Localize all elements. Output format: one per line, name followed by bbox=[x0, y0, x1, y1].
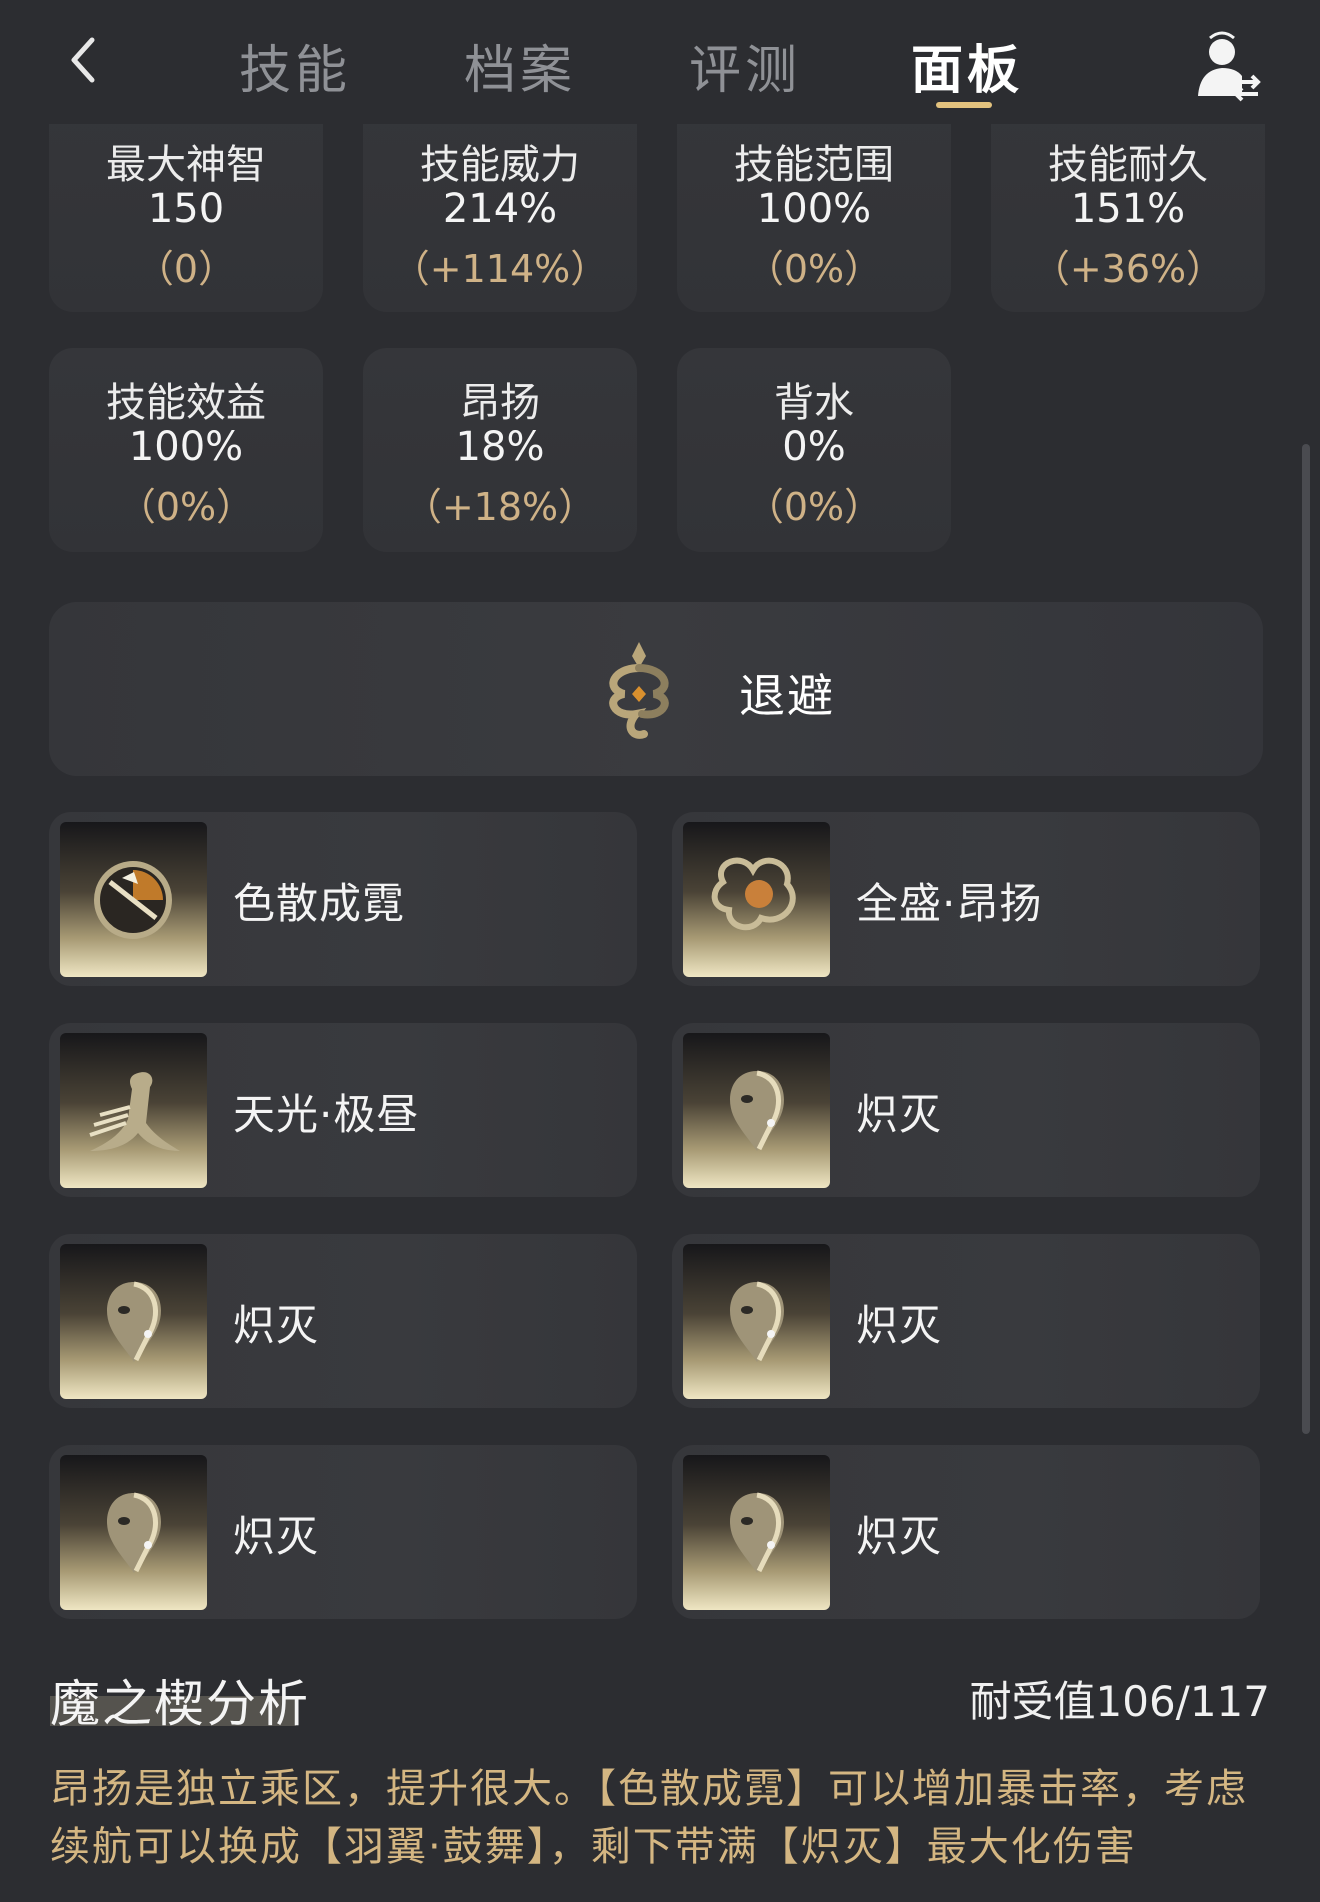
stat-value: 18% bbox=[455, 424, 545, 470]
stat-name: 技能耐久 bbox=[1048, 142, 1208, 188]
mod-thumbnail bbox=[683, 1244, 830, 1399]
banner-label: 退避 bbox=[739, 669, 835, 723]
stat-delta: （0%） bbox=[745, 247, 883, 291]
mod-name: 炽灭 bbox=[233, 1512, 320, 1561]
mask-icon bbox=[107, 1281, 161, 1362]
mod-slot-6[interactable]: 炽灭 bbox=[672, 1234, 1260, 1408]
active-tab-indicator bbox=[936, 102, 992, 108]
mod-slot-7[interactable]: 炽灭 bbox=[49, 1445, 637, 1619]
mod-name: 色散成霓 bbox=[233, 879, 406, 928]
mod-thumbnail bbox=[60, 1033, 207, 1188]
tab-profile[interactable]: 档案 bbox=[430, 28, 610, 103]
winged-disc-icon bbox=[94, 861, 172, 939]
mod-name: 全盛·昂扬 bbox=[856, 879, 1043, 928]
mask-icon bbox=[107, 1492, 161, 1573]
mod-thumbnail bbox=[60, 822, 207, 977]
stat-name: 昂扬 bbox=[460, 380, 540, 426]
tab-panel[interactable]: 面板 bbox=[877, 28, 1057, 103]
back-button[interactable] bbox=[60, 30, 108, 90]
stat-name: 技能威力 bbox=[420, 142, 580, 188]
mod-slot-1[interactable]: 色散成霓 bbox=[49, 812, 637, 986]
stat-delta: （0） bbox=[135, 247, 237, 291]
tab-skills[interactable]: 技能 bbox=[205, 28, 385, 103]
mask-icon bbox=[730, 1070, 784, 1151]
mod-name: 天光·极昼 bbox=[233, 1090, 420, 1139]
stat-card-skill-efficiency: 技能效益 100% （0%） bbox=[49, 348, 323, 552]
mod-slot-3[interactable]: 天光·极昼 bbox=[49, 1023, 637, 1197]
mod-slot-2[interactable]: 全盛·昂扬 bbox=[672, 812, 1260, 986]
serpent-orb-icon bbox=[711, 857, 796, 931]
stat-delta: （+114%） bbox=[391, 247, 609, 291]
mod-thumbnail bbox=[60, 1455, 207, 1610]
bird-icon bbox=[89, 1072, 180, 1151]
mod-name: 炽灭 bbox=[856, 1301, 943, 1350]
stat-value: 214% bbox=[442, 186, 558, 232]
stat-name: 技能效益 bbox=[106, 380, 266, 426]
stat-name: 背水 bbox=[774, 380, 854, 426]
stat-name: 技能范围 bbox=[734, 142, 894, 188]
user-switch-icon bbox=[1198, 31, 1261, 102]
mask-icon bbox=[730, 1492, 784, 1573]
stat-value: 151% bbox=[1070, 186, 1186, 232]
tab-review[interactable]: 评测 bbox=[655, 28, 835, 103]
stat-delta: （0%） bbox=[117, 485, 255, 529]
mod-thumbnail bbox=[683, 1033, 830, 1188]
scrollbar[interactable] bbox=[1302, 444, 1310, 1434]
top-bar: 技能 档案 评测 面板 bbox=[0, 0, 1320, 124]
mod-slot-5[interactable]: 炽灭 bbox=[49, 1234, 637, 1408]
switch-character-button[interactable] bbox=[1190, 30, 1264, 104]
mod-name: 炽灭 bbox=[856, 1512, 943, 1561]
analysis-title: 魔之楔分析 bbox=[50, 1675, 310, 1733]
mask-icon bbox=[730, 1281, 784, 1362]
retreat-mod-banner[interactable]: 退避 bbox=[49, 602, 1263, 776]
analysis-text: 昂扬是独立乘区，提升很大。【色散成霓】可以增加暴击率，考虑续航可以换成【羽翼·鼓… bbox=[50, 1766, 1248, 1870]
stat-delta: （0%） bbox=[745, 485, 883, 529]
mod-name: 炽灭 bbox=[856, 1090, 943, 1139]
stat-name: 最大神智 bbox=[106, 142, 266, 188]
tab-bar: 技能 档案 评测 面板 bbox=[205, 22, 1085, 112]
chevron-left-icon bbox=[71, 37, 95, 83]
mod-thumbnail bbox=[60, 1244, 207, 1399]
stat-value: 100% bbox=[756, 186, 872, 232]
mod-name: 炽灭 bbox=[233, 1301, 320, 1350]
stat-value: 0% bbox=[782, 424, 846, 470]
mod-thumbnail bbox=[683, 822, 830, 977]
stat-delta: （+18%） bbox=[403, 485, 597, 529]
mod-thumbnail bbox=[683, 1455, 830, 1610]
stat-card-bei-shui: 背水 0% （0%） bbox=[677, 348, 951, 552]
stat-delta: （+36%） bbox=[1031, 247, 1225, 291]
serpent-emblem-icon bbox=[609, 642, 669, 739]
durability-value: 耐受值106/117 bbox=[969, 1677, 1270, 1726]
stat-card-ang-yang: 昂扬 18% （+18%） bbox=[363, 348, 637, 552]
stat-value: 100% bbox=[128, 424, 244, 470]
mod-slot-4[interactable]: 炽灭 bbox=[672, 1023, 1260, 1197]
stat-value: 150 bbox=[147, 186, 225, 232]
mod-slot-8[interactable]: 炽灭 bbox=[672, 1445, 1260, 1619]
